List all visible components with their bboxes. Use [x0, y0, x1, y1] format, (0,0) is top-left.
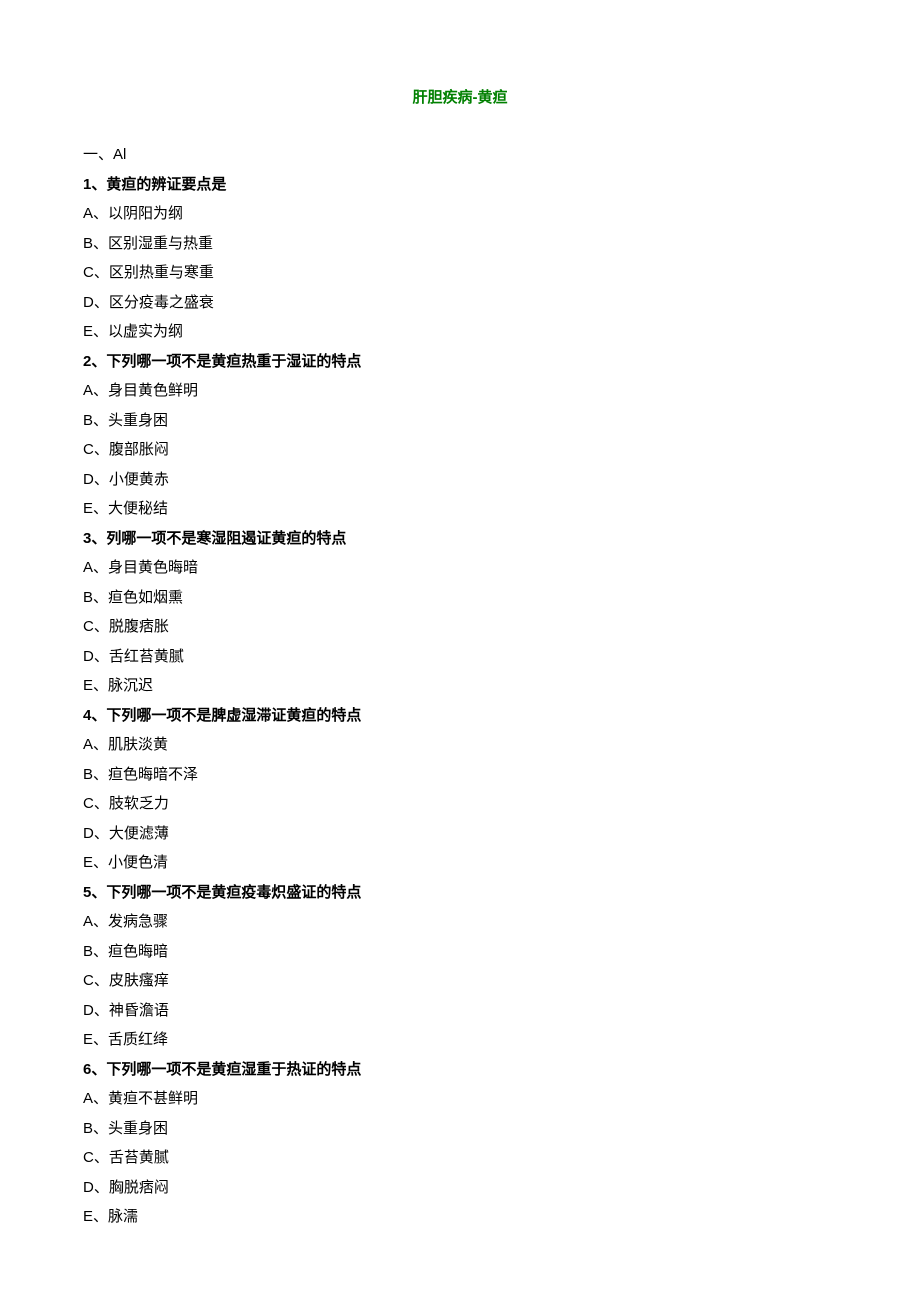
question-option: B、疸色晦暗 — [83, 944, 837, 959]
question-option: E、以虚实为纲 — [83, 324, 837, 339]
question-option: E、小便色清 — [83, 855, 837, 870]
question-option: E、大便秘结 — [83, 501, 837, 516]
question-option: C、皮肤瘙痒 — [83, 973, 837, 988]
question-option: B、头重身困 — [83, 413, 837, 428]
question-option: D、舌红苔黄腻 — [83, 649, 837, 664]
question-option: B、疸色如烟熏 — [83, 590, 837, 605]
question-stem: 1、黄疸的辨证要点是 — [83, 177, 837, 192]
question-stem: 5、下列哪一项不是黄疸疫毒炽盛证的特点 — [83, 885, 837, 900]
question-option: D、区分疫毒之盛衰 — [83, 295, 837, 310]
question-option: A、黄疸不甚鲜明 — [83, 1091, 837, 1106]
question-option: C、脱腹痞胀 — [83, 619, 837, 634]
question-option: C、腹部胀闷 — [83, 442, 837, 457]
question-stem: 6、下列哪一项不是黄疸湿重于热证的特点 — [83, 1062, 837, 1077]
question-stem: 3、列哪一项不是寒湿阻遏证黄疸的特点 — [83, 531, 837, 546]
question-option: D、神昏澹语 — [83, 1003, 837, 1018]
question-stem: 2、下列哪一项不是黄疸热重于湿证的特点 — [83, 354, 837, 369]
question-option: E、脉濡 — [83, 1209, 837, 1224]
question-option: E、脉沉迟 — [83, 678, 837, 693]
question-option: E、舌质红绛 — [83, 1032, 837, 1047]
section-header: 一、Al — [83, 147, 837, 162]
question-option: B、疸色晦暗不泽 — [83, 767, 837, 782]
question-option: D、大便滤薄 — [83, 826, 837, 841]
question-option: D、胸脱痞闷 — [83, 1180, 837, 1195]
page-title: 肝胆疾病-黄疸 — [83, 90, 837, 105]
question-option: D、小便黄赤 — [83, 472, 837, 487]
question-option: B、区别湿重与热重 — [83, 236, 837, 251]
question-option: B、头重身困 — [83, 1121, 837, 1136]
question-option: A、发病急骤 — [83, 914, 837, 929]
question-option: C、肢软乏力 — [83, 796, 837, 811]
question-option: A、身目黄色鲜明 — [83, 383, 837, 398]
question-option: A、身目黄色晦暗 — [83, 560, 837, 575]
question-option: A、以阴阳为纲 — [83, 206, 837, 221]
question-option: C、区别热重与寒重 — [83, 265, 837, 280]
question-option: A、肌肤淡黄 — [83, 737, 837, 752]
question-stem: 4、下列哪一项不是脾虚湿滞证黄疸的特点 — [83, 708, 837, 723]
question-option: C、舌苔黄腻 — [83, 1150, 837, 1165]
